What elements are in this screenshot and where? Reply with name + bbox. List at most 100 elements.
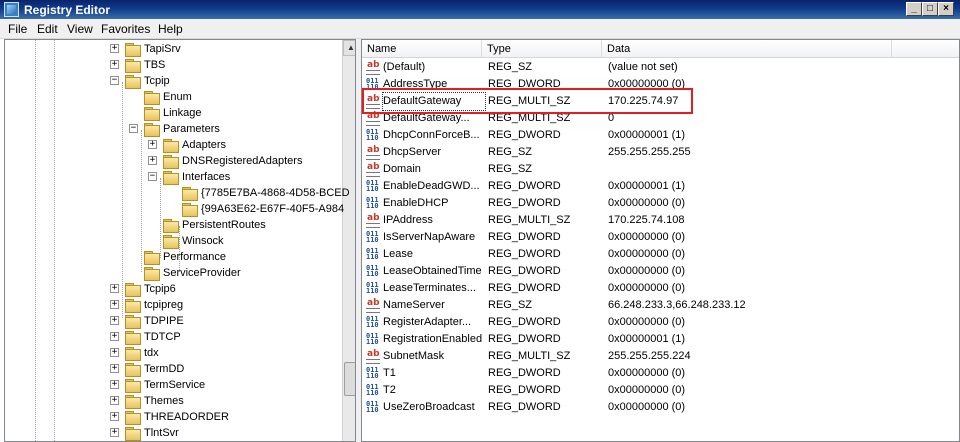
registry-value-row[interactable]: (Default) REG_SZ (value not set) <box>362 59 959 76</box>
tree-node[interactable]: + Tcpip6 <box>5 281 341 297</box>
registry-value-row[interactable]: DhcpServer REG_SZ 255.255.255.255 <box>362 144 959 161</box>
tree-node[interactable]: + THREADORDER <box>5 409 341 425</box>
expand-icon[interactable]: + <box>148 156 157 165</box>
registry-value-row[interactable]: LeaseObtainedTime REG_DWORD 0x00000000 (0) <box>362 263 959 280</box>
tree-node[interactable]: − Tcpip <box>5 73 341 89</box>
tree-node[interactable]: − Parameters <box>5 121 341 137</box>
maximize-button[interactable]: □ <box>922 2 938 16</box>
collapse-icon[interactable]: − <box>148 172 157 181</box>
expand-icon[interactable]: + <box>110 316 119 325</box>
expand-icon[interactable]: + <box>110 60 119 69</box>
tree-node-label: Enum <box>163 91 192 103</box>
window-title: Registry Editor <box>24 3 111 17</box>
value-name: RegistrationEnabled <box>383 333 483 345</box>
tree-node[interactable]: + TDTCP <box>5 329 341 345</box>
tree-node[interactable]: + TBS <box>5 57 341 73</box>
menu-favorites[interactable]: Favorites <box>101 22 150 36</box>
collapse-icon[interactable]: − <box>110 76 119 85</box>
tree-node[interactable]: Enum <box>5 89 341 105</box>
registry-value-row[interactable]: DhcpConnForceB... REG_DWORD 0x00000001 (1) <box>362 127 959 144</box>
close-button[interactable]: × <box>938 2 954 16</box>
expand-icon[interactable]: + <box>110 364 119 373</box>
title-bar: Registry Editor _ □ × <box>0 0 960 19</box>
tree-node[interactable]: Performance <box>5 249 341 265</box>
registry-value-row[interactable]: DefaultGateway... REG_MULTI_SZ 0 <box>362 110 959 127</box>
menu-edit[interactable]: Edit <box>37 22 58 36</box>
scroll-thumb[interactable] <box>344 362 355 396</box>
registry-value-row[interactable]: T2 REG_DWORD 0x00000000 (0) <box>362 382 959 399</box>
column-header-data[interactable]: Data <box>602 40 892 58</box>
registry-value-row[interactable]: RegisterAdapter... REG_DWORD 0x00000000 (0… <box>362 314 959 331</box>
tree-node-label: Winsock <box>182 235 224 247</box>
expand-icon[interactable]: + <box>110 428 119 437</box>
values-list[interactable]: Name Type Data (Default) REG_SZ (value not… <box>361 39 960 442</box>
tree-node[interactable]: PersistentRoutes <box>5 217 341 233</box>
value-data: 170.225.74.108 <box>608 214 685 226</box>
menu-file[interactable]: File <box>8 22 27 36</box>
registry-value-row[interactable]: UseZeroBroadcast REG_DWORD 0x00000000 (0) <box>362 399 959 416</box>
expand-icon[interactable]: + <box>110 396 119 405</box>
folder-icon <box>143 106 160 121</box>
expand-icon[interactable]: + <box>148 140 157 149</box>
registry-value-row[interactable]: IPAddress REG_MULTI_SZ 170.225.74.108 <box>362 212 959 229</box>
tree-scrollbar[interactable]: ▲ <box>342 40 355 441</box>
tree-node[interactable]: + TDPIPE <box>5 313 341 329</box>
tree-node[interactable]: + TlntSvr <box>5 425 341 441</box>
registry-value-row[interactable]: EnableDeadGWD... REG_DWORD 0x00000001 (1) <box>362 178 959 195</box>
tree-node[interactable]: − Interfaces <box>5 169 341 185</box>
expand-icon[interactable]: + <box>110 380 119 389</box>
value-name: DefaultGateway <box>382 92 486 111</box>
tree-node[interactable]: + Adapters <box>5 137 341 153</box>
tree-node[interactable]: {99A63E62-E67F-40F5-A984 <box>5 201 344 217</box>
tree-node[interactable]: + TermService <box>5 377 341 393</box>
menu-help[interactable]: Help <box>158 22 183 36</box>
registry-value-row[interactable]: IsServerNapAware REG_DWORD 0x00000000 (0) <box>362 229 959 246</box>
expand-icon[interactable]: + <box>110 332 119 341</box>
tree-node[interactable]: Winsock <box>5 233 341 249</box>
folder-icon <box>162 218 179 233</box>
value-data: 0x00000000 (0) <box>608 282 686 294</box>
registry-value-row[interactable]: LeaseTerminates... REG_DWORD 0x00000000 (0… <box>362 280 959 297</box>
tree-node[interactable]: + Themes <box>5 393 341 409</box>
value-data: 0x00000000 (0) <box>608 316 686 328</box>
registry-value-row[interactable]: Lease REG_DWORD 0x00000000 (0) <box>362 246 959 263</box>
value-type: REG_SZ <box>488 163 533 175</box>
value-data: 0x00000000 (0) <box>608 248 686 260</box>
registry-value-row[interactable]: Domain REG_SZ <box>362 161 959 178</box>
menu-view[interactable]: View <box>67 22 93 36</box>
folder-icon <box>124 330 141 345</box>
expand-icon[interactable]: + <box>110 44 119 53</box>
tree-node[interactable]: + TermDD <box>5 361 341 377</box>
tree-node[interactable]: Linkage <box>5 105 341 121</box>
tree-node[interactable]: + TapiSrv <box>5 41 341 57</box>
registry-tree[interactable]: ▲ + TapiSrv + TBS − Tcpip Enum Linkage − Paramete… <box>4 39 356 442</box>
expand-icon[interactable]: + <box>110 284 119 293</box>
registry-value-row[interactable]: NameServer REG_SZ 66.248.233.3,66.248.233.… <box>362 297 959 314</box>
registry-value-row[interactable]: SubnetMask REG_MULTI_SZ 255.255.255.224 <box>362 348 959 365</box>
column-header-name[interactable]: Name <box>362 40 482 58</box>
tree-node[interactable]: + DNSRegisteredAdapters <box>5 153 341 169</box>
collapse-icon[interactable]: − <box>129 124 138 133</box>
tree-node[interactable]: + tcpipreg <box>5 297 341 313</box>
expand-icon[interactable]: + <box>110 348 119 357</box>
tree-node-label: {7785E7BA-4868-4D58-BCED <box>201 187 350 199</box>
expand-icon[interactable]: + <box>110 300 119 309</box>
value-name: (Default) <box>383 61 426 73</box>
registry-value-row[interactable]: DefaultGatewayREG_MULTI_SZ 170.225.74.97 <box>362 92 959 111</box>
folder-icon <box>124 298 141 313</box>
minimize-button[interactable]: _ <box>906 2 922 16</box>
tree-node[interactable]: {7785E7BA-4868-4D58-BCED <box>5 185 350 201</box>
folder-icon <box>162 170 179 185</box>
tree-node[interactable]: + tdx <box>5 345 341 361</box>
binary-value-icon <box>366 333 381 346</box>
tree-node[interactable]: ServiceProvider <box>5 265 341 281</box>
expand-icon[interactable]: + <box>110 412 119 421</box>
value-type: REG_DWORD <box>488 197 561 209</box>
column-header-type[interactable]: Type <box>482 40 602 58</box>
registry-value-row[interactable]: T1 REG_DWORD 0x00000000 (0) <box>362 365 959 382</box>
scroll-up-arrow-icon[interactable]: ▲ <box>343 40 355 56</box>
registry-value-row[interactable]: EnableDHCP REG_DWORD 0x00000000 (0) <box>362 195 959 212</box>
registry-value-row[interactable]: AddressType REG_DWORD 0x00000000 (0) <box>362 76 959 93</box>
folder-icon <box>162 138 179 153</box>
registry-value-row[interactable]: RegistrationEnabled REG_DWORD 0x00000001 (… <box>362 331 959 348</box>
